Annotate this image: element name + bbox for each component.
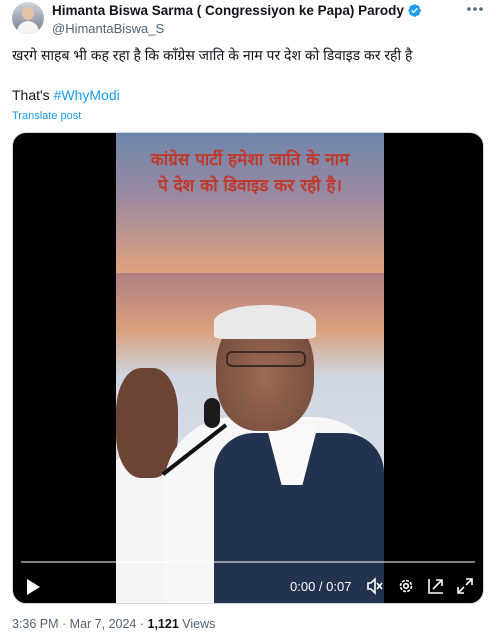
post-time[interactable]: 3:36 PM (12, 617, 59, 631)
video-time-display: 0:00 / 0:07 (290, 579, 352, 594)
tweet-card: Himanta Biswa Sarma ( Congressiyon ke Pa… (0, 0, 496, 640)
post-metadata: 3:36 PM · Mar 7, 2024 · 1,121 Views (12, 617, 215, 631)
hashtag-link[interactable]: #WhyModi (54, 87, 120, 103)
author-avatar[interactable] (12, 2, 44, 34)
translate-post-link[interactable]: Translate post (12, 110, 81, 122)
play-icon[interactable] (25, 578, 41, 596)
speaker-hair (214, 305, 316, 339)
author-info: Himanta Biswa Sarma ( Congressiyon ke Pa… (52, 2, 422, 36)
views-label: Views (178, 617, 216, 631)
post-text-hashtag-line: That's #WhyModi (12, 87, 120, 103)
video-controls: 0:00 / 0:07 (13, 569, 483, 603)
video-caption-overlay: कांग्रेस पार्टी हमेशा जाति के नाम पे देश… (116, 147, 384, 199)
video-caption-line-2: पे देश को डिवाइड कर रही है। (158, 176, 342, 196)
microphone (204, 398, 220, 428)
post-text: खरगे साहब भी कह रहा है कि कॉंग्रेस जाति … (12, 47, 413, 63)
video-frame: कांग्रेस पार्टी हमेशा जाति के नाम पे देश… (116, 133, 384, 603)
more-icon[interactable] (466, 6, 484, 12)
post-text-prefix: That's (12, 87, 54, 103)
meta-separator: · (58, 617, 70, 631)
verified-badge-icon[interactable] (407, 3, 422, 18)
views-count[interactable]: 1,121 (148, 617, 179, 631)
author-name-row: Himanta Biswa Sarma ( Congressiyon ke Pa… (52, 2, 422, 18)
video-progress-bar[interactable] (21, 561, 475, 563)
post-date[interactable]: Mar 7, 2024 (70, 617, 137, 631)
volume-icon[interactable] (366, 577, 384, 595)
video-caption-line-1: कांग्रेस पार्टी हमेशा जाति के नाम (150, 150, 350, 170)
picture-in-picture-icon[interactable] (427, 577, 445, 595)
meta-separator-2: · (136, 617, 148, 631)
video-player[interactable]: कांग्रेस पार्टी हमेशा जाति के नाम पे देश… (12, 132, 484, 604)
fullscreen-icon[interactable] (456, 577, 474, 595)
avatar-body (17, 21, 39, 34)
avatar-face (22, 7, 34, 20)
author-display-name[interactable]: Himanta Biswa Sarma ( Congressiyon ke Pa… (52, 3, 404, 18)
author-handle[interactable]: @HimantaBiswa_S (52, 21, 422, 36)
speaker-glasses (226, 351, 306, 367)
settings-icon[interactable] (397, 577, 415, 595)
